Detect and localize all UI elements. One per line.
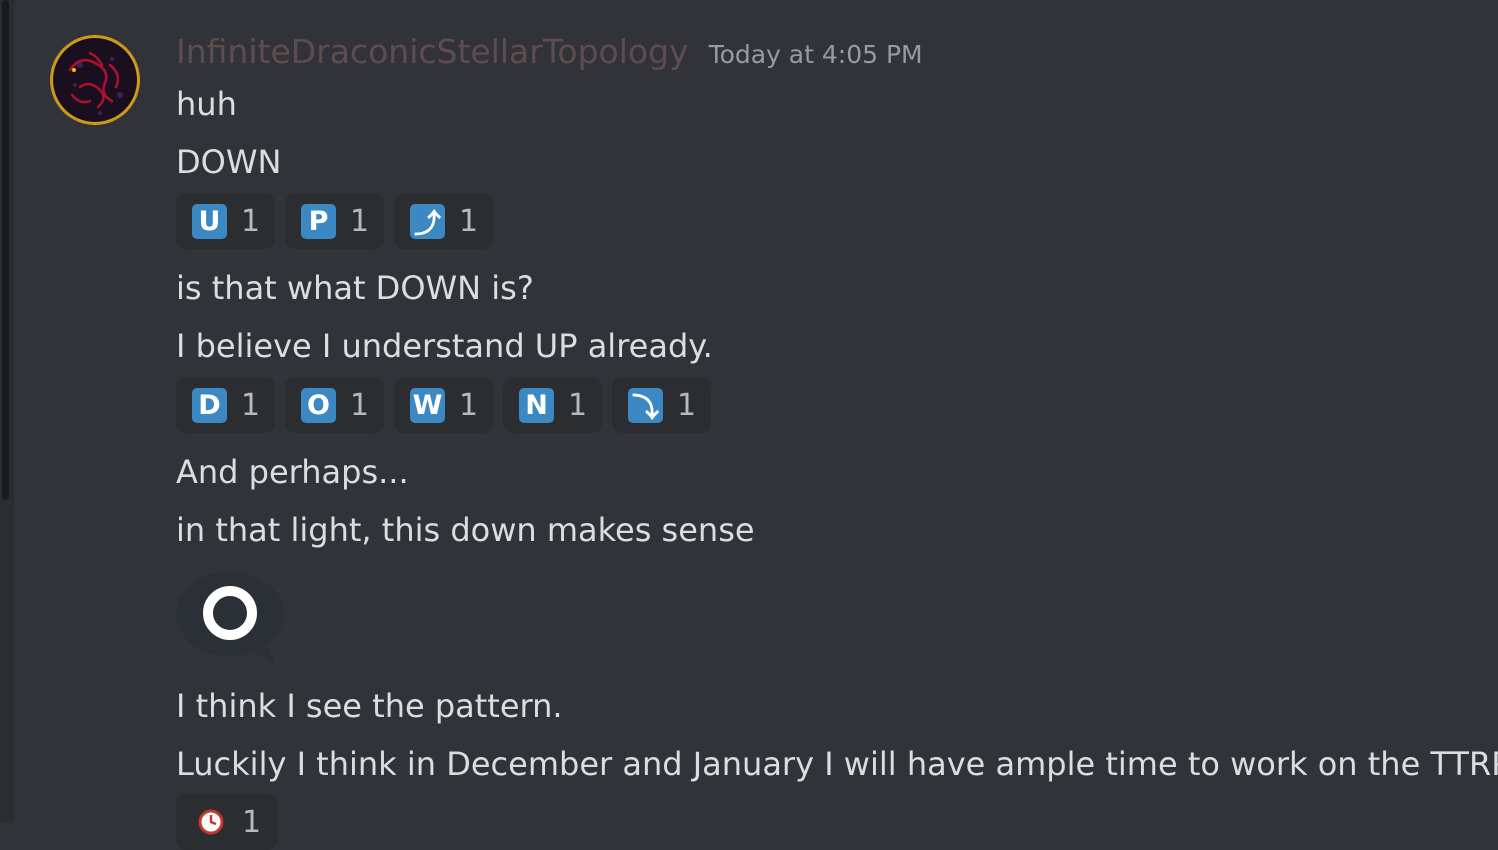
reaction-p[interactable]: P 1 [285, 193, 384, 249]
message-line: And perhaps... [176, 453, 409, 491]
scrollbar-thumb[interactable] [2, 0, 9, 500]
reaction-count: 1 [677, 387, 697, 423]
username[interactable]: InfiniteDraconicStellarTopology [176, 32, 689, 71]
user-avatar[interactable] [50, 35, 140, 125]
reaction-count: 1 [459, 203, 479, 239]
regional-indicator-o-icon: O [301, 387, 336, 423]
regional-indicator-p-icon: P [301, 203, 336, 239]
reaction-arrow-up[interactable]: ⤴ 1 [394, 193, 493, 249]
message-header: InfiniteDraconicStellarTopology Today at… [176, 32, 923, 80]
clock-icon [198, 809, 224, 835]
regional-indicator-u-icon: U [192, 203, 227, 239]
dragon-avatar-icon [51, 36, 139, 124]
reaction-bar-down: D 1 O 1 W 1 N 1 ⤵ 1 [176, 377, 711, 433]
message-line: I believe I understand UP already. [176, 327, 713, 365]
timestamp[interactable]: Today at 4:05 PM [709, 40, 923, 69]
reaction-w[interactable]: W 1 [394, 377, 493, 433]
regional-indicator-d-icon: D [192, 387, 227, 423]
message-line: Luckily I think in December and January … [176, 745, 1498, 783]
reaction-count: 1 [241, 387, 261, 423]
message-line: is that what DOWN is? [176, 269, 534, 307]
arrow-down-curved-icon: ⤵ [628, 387, 663, 424]
message-line: DOWN [176, 143, 282, 181]
reaction-o[interactable]: O 1 [285, 377, 384, 433]
reaction-count: 1 [350, 387, 370, 423]
regional-indicator-n-icon: N [519, 387, 554, 423]
reaction-u[interactable]: U 1 [176, 193, 275, 249]
reaction-clock[interactable]: 1 [176, 794, 277, 850]
scrollbar-track[interactable] [0, 0, 14, 823]
message-line: huh [176, 85, 237, 123]
reaction-bar-up: U 1 P 1 ⤴ 1 [176, 193, 493, 249]
reaction-count: 1 [350, 203, 370, 239]
message-line: I think I see the pattern. [176, 687, 563, 725]
speech-bubble-o-icon[interactable] [176, 570, 284, 670]
reaction-d[interactable]: D 1 [176, 377, 275, 433]
message-line: in that light, this down makes sense [176, 511, 755, 549]
reaction-n[interactable]: N 1 [503, 377, 602, 433]
reaction-count: 1 [568, 387, 588, 423]
reaction-count: 1 [459, 387, 479, 423]
reaction-count: 1 [241, 203, 261, 239]
regional-indicator-w-icon: W [410, 387, 445, 423]
reaction-arrow-down[interactable]: ⤵ 1 [612, 377, 711, 433]
reaction-count: 1 [242, 804, 262, 840]
arrow-up-curved-icon: ⤴ [410, 203, 445, 240]
